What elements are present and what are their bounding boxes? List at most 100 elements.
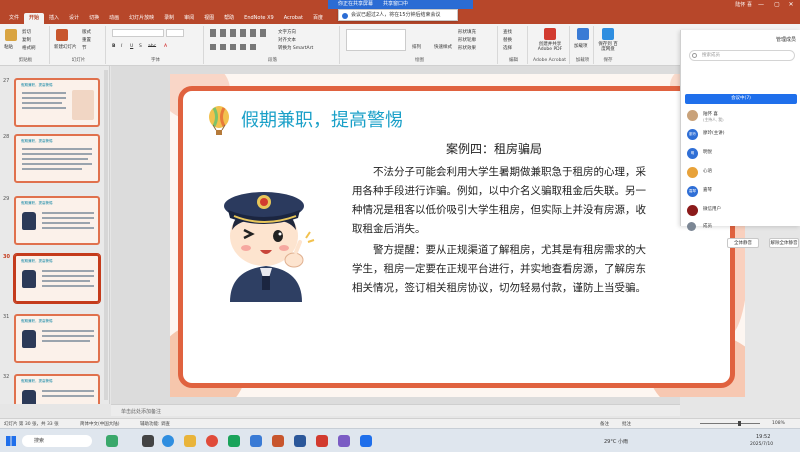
shape-effects-button[interactable]: 形状效果 xyxy=(458,45,476,51)
slide-thumbnail-pane[interactable]: 27 假期兼职，提高警惕 28 假期兼职，提高警惕 29 假期兼职，提高警惕 3… xyxy=(0,66,110,404)
comments-toggle[interactable]: 批注 xyxy=(622,421,631,427)
slide-thumbnail[interactable]: 假期兼职，提高警惕 xyxy=(14,78,100,127)
tab-baidu[interactable]: 百度 xyxy=(308,13,328,24)
new-slide-button[interactable]: 新建幻灯片 xyxy=(54,44,77,50)
cloud-save-icon[interactable] xyxy=(602,28,614,40)
format-painter-button[interactable]: 格式刷 xyxy=(22,45,36,51)
restore-button[interactable]: ▢ xyxy=(770,0,784,10)
quick-styles-button[interactable]: 快速样式 xyxy=(434,44,452,50)
reset-button[interactable]: 重置 xyxy=(82,37,91,43)
member-row[interactable]: 廖玲 廖玲(主讲) xyxy=(687,129,797,143)
police-reminder[interactable]: 警方提醒：要从正规渠道了解租房，尤其是有租房需求的大学生，租房一定要在正规平台进… xyxy=(352,241,652,298)
italic-button[interactable]: I xyxy=(121,44,122,49)
notes-pane[interactable]: 单击此处添加备注 xyxy=(111,404,680,416)
minimize-button[interactable]: — xyxy=(754,0,768,10)
app-icon[interactable] xyxy=(106,435,118,447)
tab-design[interactable]: 设计 xyxy=(64,13,84,24)
pdf-icon[interactable] xyxy=(544,28,556,40)
member-row[interactable]: 嘉琴 嘉琴 xyxy=(687,186,797,200)
text-direction-button[interactable]: 文字方向 xyxy=(278,29,296,35)
bold-button[interactable]: B xyxy=(112,44,115,49)
screen-share-banner[interactable]: 你正在共享屏幕 共享窗口中 xyxy=(328,0,473,9)
new-slide-icon[interactable] xyxy=(56,29,68,41)
tab-acrobat[interactable]: Acrobat xyxy=(279,13,308,24)
clock-date[interactable]: 2025/7/10 xyxy=(750,442,773,447)
shape-fill-button[interactable]: 形状填充 xyxy=(458,29,476,35)
edge-icon[interactable] xyxy=(162,435,174,447)
app-icon[interactable] xyxy=(360,435,372,447)
tab-home[interactable]: 开始 xyxy=(24,13,45,24)
meeting-notification[interactable]: 会议已超过2人，将在15分钟后结束会议 xyxy=(338,9,458,21)
slide-thumbnail[interactable]: 假期兼职，提高警惕 xyxy=(14,134,100,183)
slide-thumbnail[interactable]: 假期兼职，提高警惕 xyxy=(14,196,100,245)
select-button[interactable]: 选择 xyxy=(503,45,512,51)
word-icon[interactable] xyxy=(294,435,306,447)
tab-endnote[interactable]: EndNote X9 xyxy=(239,13,279,24)
accessibility-indicator[interactable]: 辅助功能: 调查 xyxy=(140,421,170,427)
file-explorer-icon[interactable] xyxy=(184,435,196,447)
replace-button[interactable]: 替换 xyxy=(503,37,512,43)
member-search-input[interactable]: 搜索成员 xyxy=(689,50,795,61)
tab-record[interactable]: 录制 xyxy=(159,13,179,24)
save-to-baidu-button[interactable]: 保存到 百度网盘 xyxy=(597,42,619,52)
tab-help[interactable]: 帮助 xyxy=(219,13,239,24)
tab-slideshow[interactable]: 幻灯片放映 xyxy=(124,13,159,24)
shape-outline-button[interactable]: 形状轮廓 xyxy=(458,37,476,43)
font-size-select[interactable] xyxy=(166,29,184,37)
task-view-icon[interactable] xyxy=(142,435,154,447)
slide-title[interactable]: 假期兼职，提高警惕 xyxy=(241,106,403,132)
notes-toggle[interactable]: 备注 xyxy=(600,421,609,427)
weather-widget[interactable]: 29°C 小雨 xyxy=(604,438,628,445)
unmute-all-button[interactable]: 解除全体静音 xyxy=(769,238,799,248)
taskbar-search[interactable]: 搜索 xyxy=(22,435,92,447)
tab-transitions[interactable]: 切换 xyxy=(84,13,104,24)
strikethrough-button[interactable]: abc xyxy=(148,44,156,49)
member-row[interactable]: 陆怀 喜 (主持人, 我) xyxy=(687,110,797,124)
font-name-select[interactable] xyxy=(112,29,164,37)
member-row[interactable]: 心语 xyxy=(687,167,797,181)
font-color-button[interactable]: A xyxy=(164,44,167,49)
tab-animations[interactable]: 动画 xyxy=(104,13,124,24)
alignment-buttons[interactable] xyxy=(210,44,258,50)
cut-button[interactable]: 剪切 xyxy=(22,29,31,35)
tab-review[interactable]: 审阅 xyxy=(179,13,199,24)
shapes-gallery[interactable] xyxy=(346,29,406,51)
app-icon[interactable] xyxy=(338,435,350,447)
tab-view[interactable]: 视图 xyxy=(199,13,219,24)
clock-time[interactable]: 19:52 xyxy=(756,434,770,440)
meeting-app-icon[interactable] xyxy=(250,435,262,447)
language-indicator[interactable]: 简体中文(中国大陆) xyxy=(80,421,120,427)
create-pdf-button[interactable]: 创建并共享 Adobe PDF xyxy=(531,42,569,52)
slide-thumbnail[interactable]: 假期兼职，提高警惕 xyxy=(14,314,100,363)
smartart-button[interactable]: 转换为 SmartArt xyxy=(278,45,313,51)
tab-insert[interactable]: 插入 xyxy=(44,13,64,24)
close-button[interactable]: ✕ xyxy=(784,0,798,10)
zoom-level[interactable]: 108% xyxy=(772,421,785,426)
section-button[interactable]: 节 xyxy=(82,45,87,51)
copy-button[interactable]: 复制 xyxy=(22,37,31,43)
list-buttons[interactable] xyxy=(210,29,270,37)
tab-file[interactable]: 文件 xyxy=(4,13,24,24)
addins-button[interactable]: 加载项 xyxy=(574,43,588,49)
member-row[interactable]: 成员 xyxy=(687,222,797,232)
align-text-button[interactable]: 对齐文本 xyxy=(278,37,296,43)
zoom-handle[interactable] xyxy=(738,421,741,426)
slide-thumbnail-selected[interactable]: 假期兼职，提高警惕 xyxy=(13,253,101,304)
powerpoint-icon[interactable] xyxy=(272,435,284,447)
paste-icon[interactable] xyxy=(5,29,17,41)
thumbnail-scrollbar[interactable] xyxy=(104,70,108,400)
case-title[interactable]: 案例四：租房骗局 xyxy=(446,140,542,157)
case-description[interactable]: 不法分子可能会利用大学生暑期做兼职急于租房的心理，采用各种手段进行诈骗。例如，以… xyxy=(352,163,652,239)
mute-all-button[interactable]: 全体静音 xyxy=(727,238,759,248)
arrange-button[interactable]: 排列 xyxy=(412,44,421,50)
zoom-slider[interactable] xyxy=(700,423,760,424)
addins-icon[interactable] xyxy=(577,28,589,40)
windows-start-icon[interactable] xyxy=(6,436,16,446)
slide-thumbnail[interactable]: 假期兼职，提高警惕 xyxy=(14,374,100,404)
shadow-button[interactable]: S xyxy=(139,44,142,49)
pdf-reader-icon[interactable] xyxy=(316,435,328,447)
underline-button[interactable]: U xyxy=(130,44,133,49)
paste-button[interactable]: 粘贴 xyxy=(4,44,13,50)
tab-in-meeting[interactable]: 会议中(7) xyxy=(685,94,797,104)
layout-button[interactable]: 版式 xyxy=(82,29,91,35)
